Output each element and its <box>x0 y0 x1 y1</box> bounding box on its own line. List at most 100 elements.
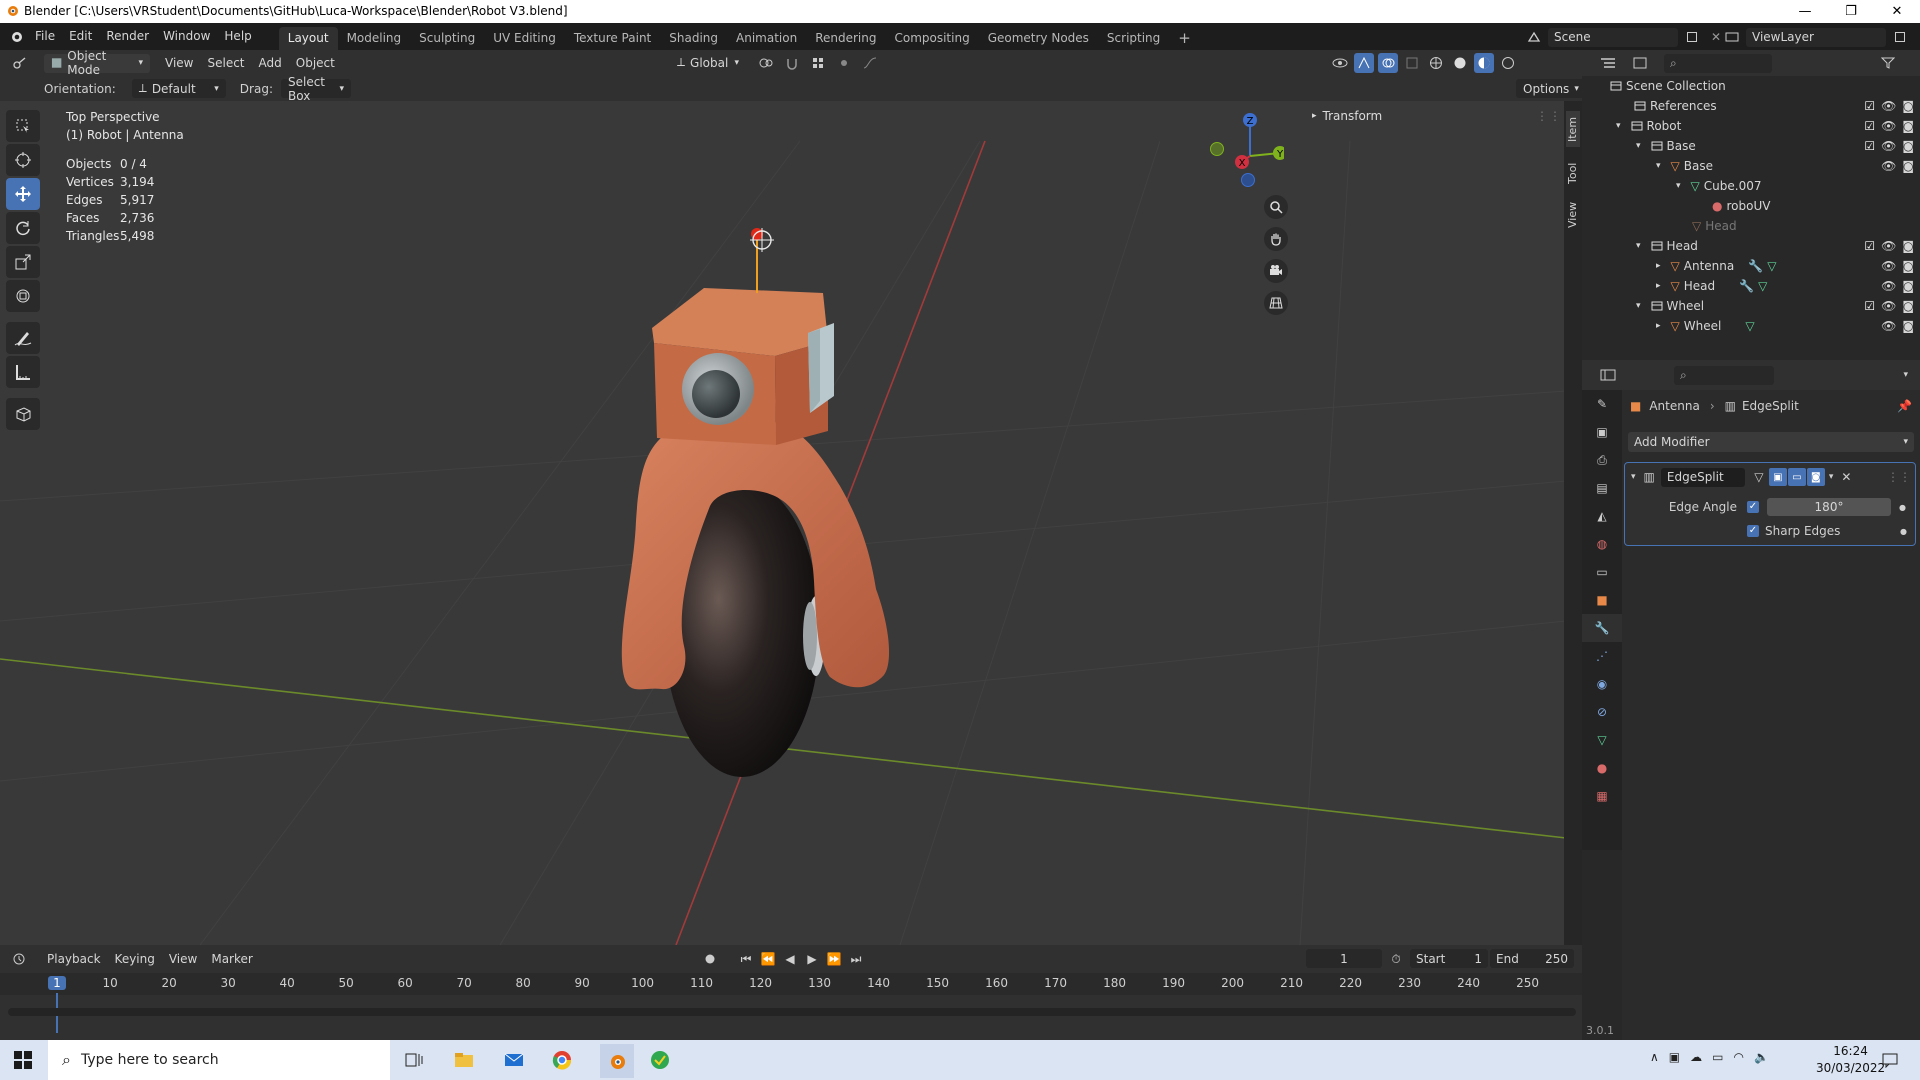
tab-uv-editing[interactable]: UV Editing <box>484 27 565 50</box>
eye-icon[interactable]: 👁 <box>1881 139 1896 153</box>
render-icon[interactable]: ◙ <box>1806 468 1825 486</box>
outliner-row[interactable]: ▾ Robot ☑ 👁 ◙ <box>1582 116 1920 136</box>
checkbox-icon[interactable]: ☑ <box>1864 139 1875 153</box>
object-mode-dropdown[interactable]: Object Mode ▾ <box>44 49 150 77</box>
filter-icon[interactable] <box>1878 53 1898 73</box>
collapse-arrow-icon[interactable]: ▸ <box>1656 281 1661 291</box>
add-cube-tool[interactable] <box>6 398 40 430</box>
timeline-ruler[interactable]: 1 10 20 30 40 50 60 70 80 90 100 110 120 130 140 150 160… <box>0 973 1582 1033</box>
tab-rendering[interactable]: Rendering <box>806 27 885 50</box>
sidebar-tab-tool[interactable]: Tool <box>1566 155 1580 191</box>
display-mode-icon[interactable] <box>1630 53 1650 73</box>
menu-window[interactable]: Window <box>156 23 217 50</box>
edge-angle-field[interactable]: 180° <box>1767 498 1891 516</box>
timeline-menu-marker[interactable]: Marker <box>204 946 259 973</box>
transform-panel-header[interactable]: ▸ Transform ⋮⋮ <box>1312 106 1562 126</box>
object-tab-icon[interactable]: ■ <box>1582 586 1622 614</box>
eye-icon[interactable]: 👁 <box>1881 159 1896 173</box>
outliner-row[interactable]: ▸ ▽ Head 🔧 ▽ 👁 ◙ <box>1582 276 1920 296</box>
close-window-icon[interactable]: ✕ <box>1874 0 1920 23</box>
extra-menu-icon[interactable]: ▾ <box>1829 472 1834 482</box>
material-shading-icon[interactable] <box>1474 53 1494 73</box>
task-view-icon[interactable] <box>404 1050 424 1070</box>
outliner-row[interactable]: References ☑ 👁 ◙ <box>1582 96 1920 116</box>
outliner-row[interactable]: Scene Collection <box>1582 76 1920 96</box>
expand-arrow-icon[interactable]: ▾ <box>1676 181 1681 191</box>
camera-icon[interactable]: ◙ <box>1902 119 1914 133</box>
texture-tab-icon[interactable]: ▦ <box>1582 782 1622 810</box>
particles-tab-icon[interactable]: ⋰ <box>1582 642 1622 670</box>
measure-tool[interactable] <box>6 356 40 388</box>
pivot-point-icon[interactable] <box>756 53 776 73</box>
outliner-row[interactable]: ▾ ▽ Cube.007 <box>1582 176 1920 196</box>
playhead-frame[interactable]: 1 <box>48 976 66 990</box>
view-layer-icon[interactable] <box>1722 27 1742 47</box>
orientation-dropdown[interactable]: ⟂ Default ▾ <box>131 79 226 98</box>
perspective-grid-icon[interactable] <box>1264 291 1288 315</box>
camera-icon[interactable]: ◙ <box>1902 319 1914 333</box>
drag-dropdown[interactable]: Select Box ▾ <box>280 75 351 103</box>
properties-search-field[interactable]: ⌕ <box>1674 365 1774 385</box>
stopwatch-icon[interactable]: ⏱ <box>1386 949 1406 969</box>
outliner-row[interactable]: ● roboUV <box>1582 196 1920 216</box>
3d-viewport[interactable] <box>0 101 1566 945</box>
camera-icon[interactable]: ◙ <box>1902 159 1914 173</box>
chrome-icon[interactable] <box>552 1050 572 1070</box>
proportional-edit-icon[interactable] <box>834 53 854 73</box>
eye-icon[interactable]: 👁 <box>1881 319 1896 333</box>
tab-geometry-nodes[interactable]: Geometry Nodes <box>979 27 1098 50</box>
remove-modifier-icon[interactable]: ✕ <box>1841 470 1851 484</box>
start-frame-field[interactable]: Start 1 <box>1410 949 1488 968</box>
timeline-menu-keying[interactable]: Keying <box>108 946 162 973</box>
tab-scripting[interactable]: Scripting <box>1098 27 1169 50</box>
chevron-down-icon[interactable]: ▾ <box>1903 370 1908 380</box>
scene-name-field[interactable]: Scene <box>1548 27 1678 47</box>
falloff-icon[interactable] <box>860 53 880 73</box>
snap-target-icon[interactable] <box>808 53 828 73</box>
sharp-edges-checkbox[interactable]: ✓ <box>1747 525 1759 537</box>
delete-view-layer-icon[interactable]: ✕ <box>1914 27 1920 47</box>
options-dropdown[interactable]: Options ▾ <box>1516 79 1586 98</box>
outliner-row[interactable]: ▾ ▽ Base 👁 ◙ <box>1582 156 1920 176</box>
scene-selector-icon[interactable] <box>1524 27 1544 47</box>
menu-help[interactable]: Help <box>217 23 258 50</box>
tab-modeling[interactable]: Modeling <box>338 27 411 50</box>
camera-icon[interactable]: ◙ <box>1902 239 1914 253</box>
outliner-row[interactable]: ▾ Wheel ☑ 👁 ◙ <box>1582 296 1920 316</box>
drag-handle-icon[interactable]: ⋮⋮ <box>1887 470 1911 484</box>
checkbox-icon[interactable]: ☑ <box>1864 119 1875 133</box>
menu-render[interactable]: Render <box>99 23 156 50</box>
camera-view-icon[interactable] <box>1264 259 1288 283</box>
overlay-toggle-icon[interactable] <box>1378 53 1398 73</box>
view-layer-field[interactable]: ViewLayer <box>1746 27 1886 47</box>
camera-icon[interactable]: ◙ <box>1902 99 1914 113</box>
sidebar-tab-view[interactable]: View <box>1566 197 1580 233</box>
cloud-icon[interactable]: ☁ <box>1690 1050 1702 1064</box>
tab-shading[interactable]: Shading <box>660 27 727 50</box>
on-cage-icon[interactable]: ▽ <box>1749 467 1769 487</box>
modifier-name-field[interactable]: EdgeSplit <box>1660 467 1745 487</box>
snap-icon[interactable] <box>782 53 802 73</box>
collapse-arrow-icon[interactable]: ▸ <box>1656 261 1661 271</box>
end-frame-field[interactable]: End 250 <box>1490 949 1574 968</box>
current-frame-field[interactable]: 1 <box>1306 949 1382 968</box>
editor-type-icon[interactable] <box>10 53 30 73</box>
tray-device-icon[interactable]: ▣ <box>1669 1050 1680 1064</box>
transform-tool[interactable] <box>6 280 40 312</box>
pin-icon[interactable]: 📌 <box>1897 399 1912 413</box>
tab-texture-paint[interactable]: Texture Paint <box>565 27 660 50</box>
viewport-menu-view[interactable]: View <box>158 50 200 77</box>
new-scene-icon[interactable] <box>1682 27 1702 47</box>
checkbox-icon[interactable]: ☑ <box>1864 99 1875 113</box>
viewport-menu-add[interactable]: Add <box>252 50 289 77</box>
physics-tab-icon[interactable]: ◉ <box>1582 670 1622 698</box>
camera-icon[interactable]: ◙ <box>1902 279 1914 293</box>
tab-layout[interactable]: Layout <box>278 27 338 50</box>
expand-arrow-icon[interactable]: ▾ <box>1636 141 1641 151</box>
keyframe-dot-icon[interactable]: ● <box>1899 503 1906 512</box>
taskbar-clock[interactable]: 16:24 30/03/2022 <box>1816 1043 1885 1077</box>
menu-file[interactable]: File <box>28 23 62 50</box>
next-keyframe-icon[interactable]: ⏩ <box>824 949 844 969</box>
camera-icon[interactable]: ◙ <box>1902 139 1914 153</box>
app-taskbar-icon[interactable] <box>650 1050 670 1070</box>
